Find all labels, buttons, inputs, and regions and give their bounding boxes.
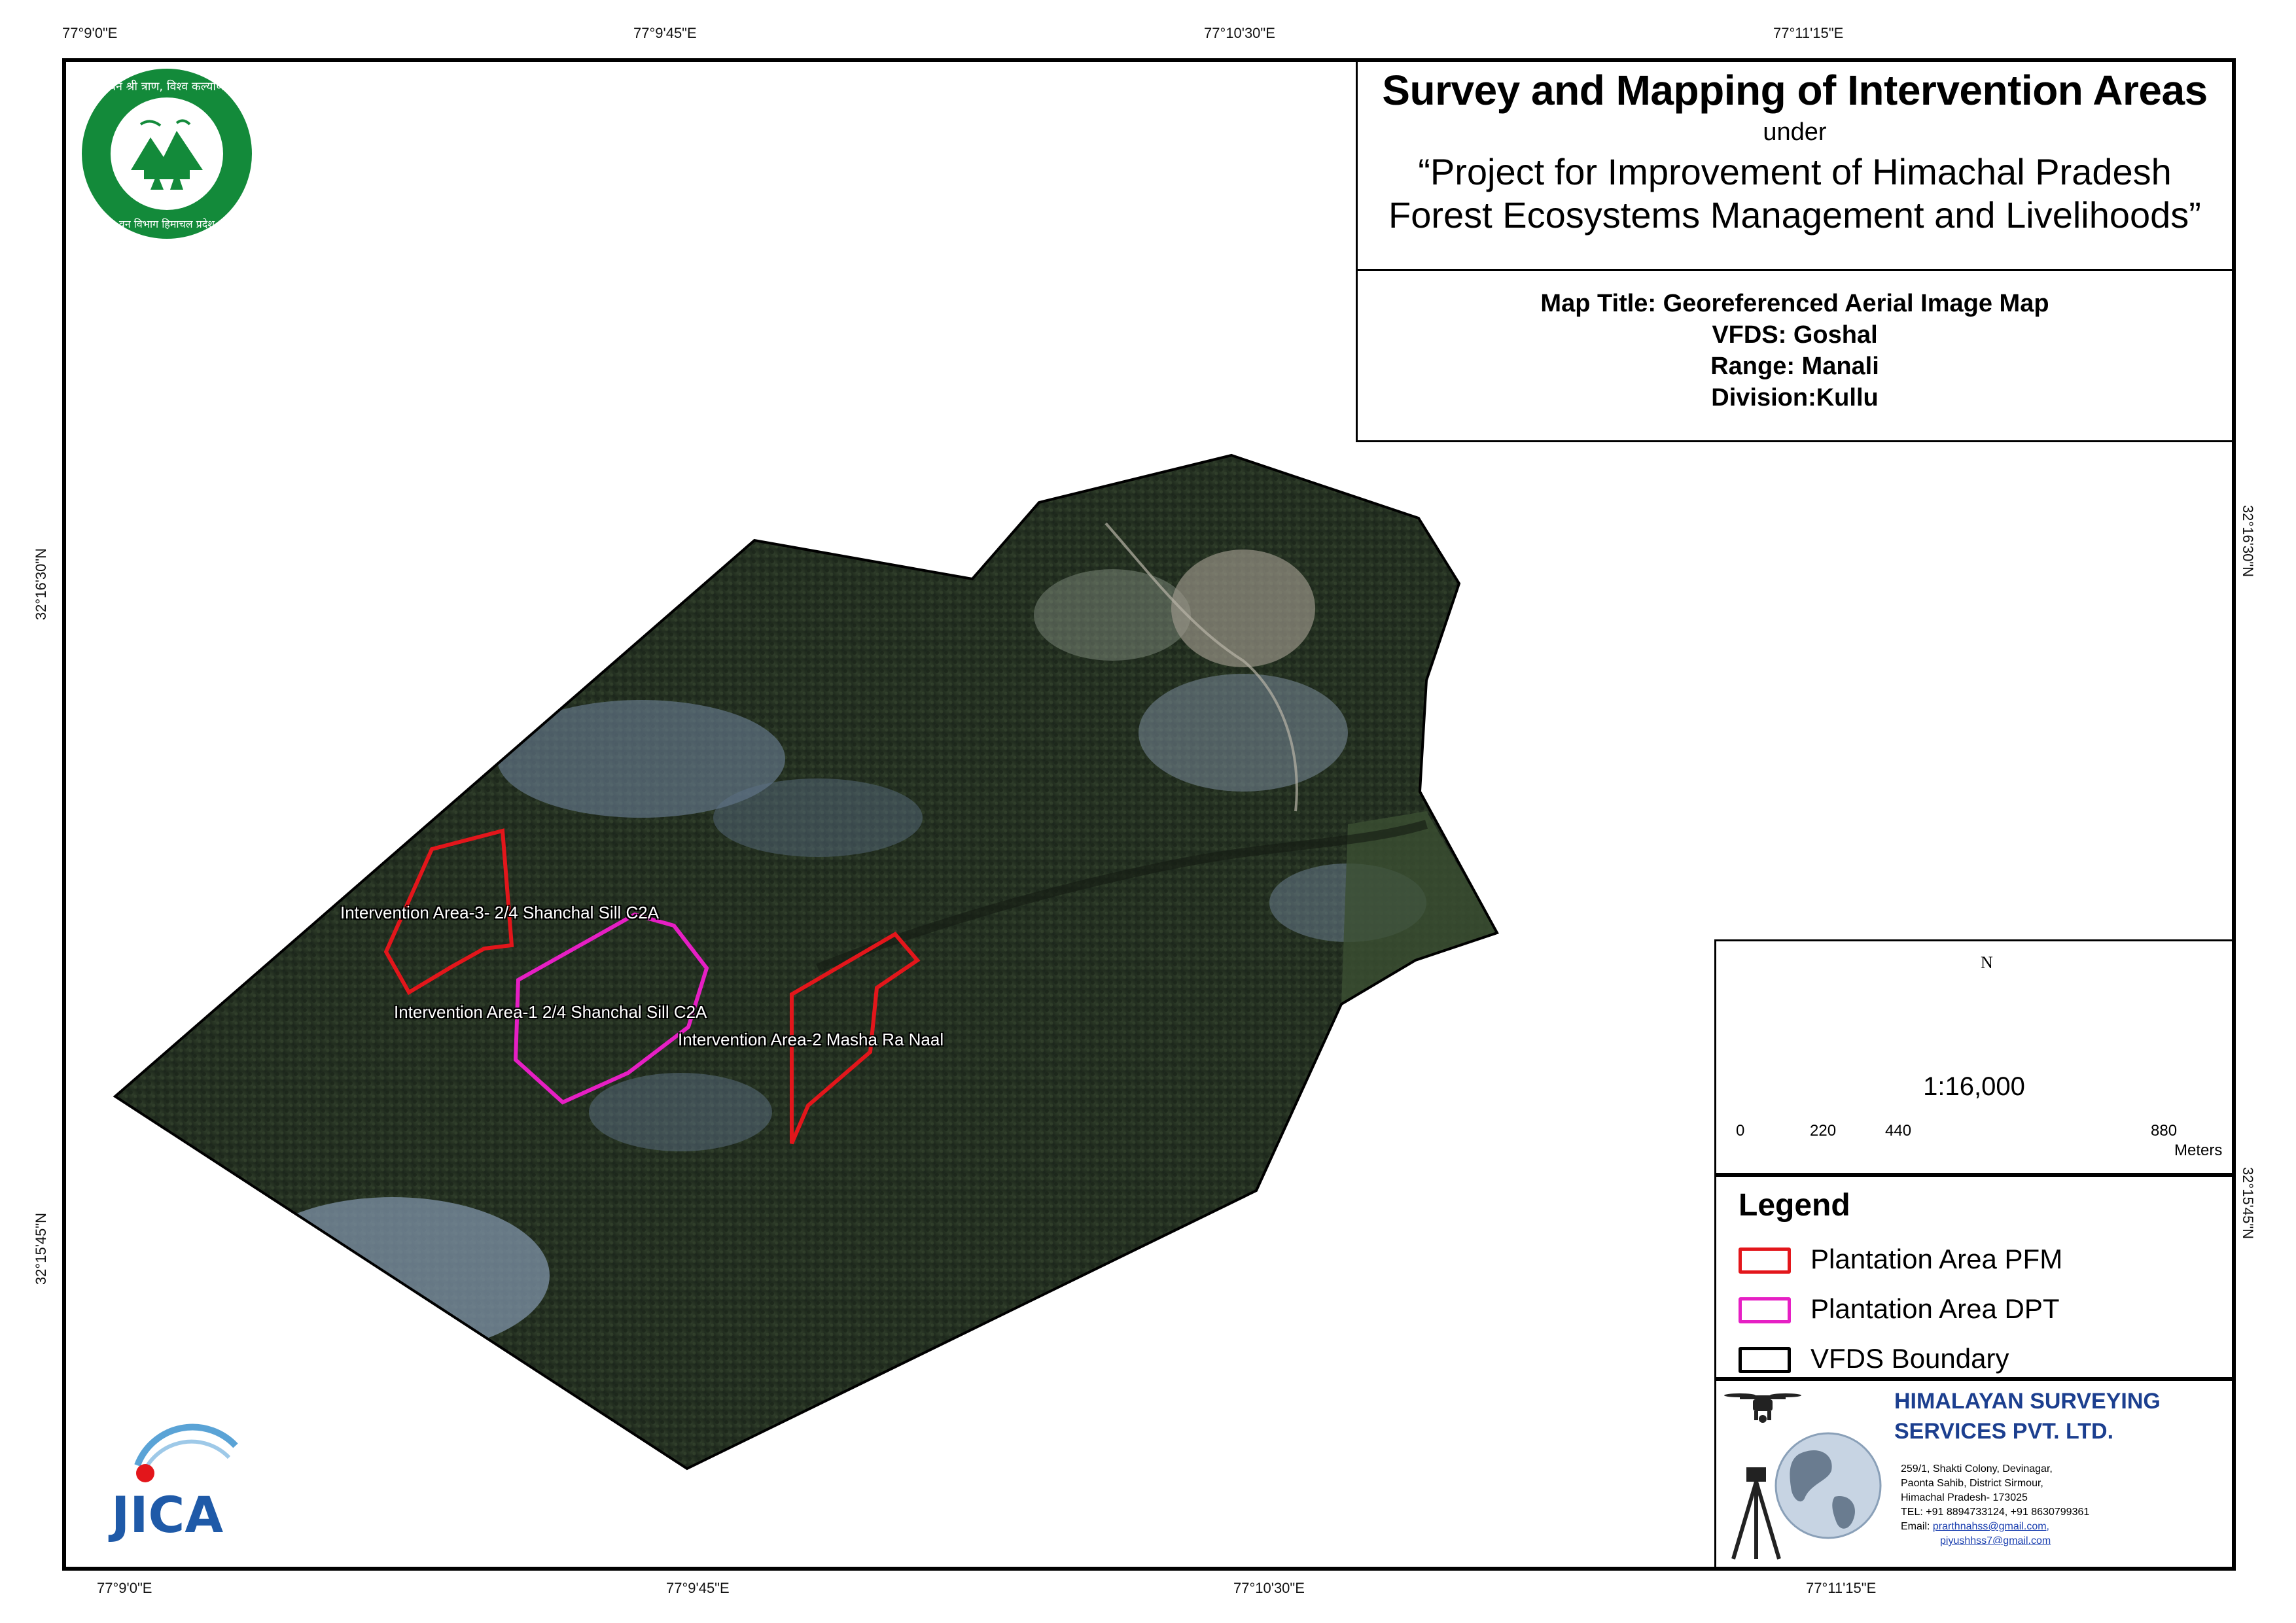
hp-logo-dept: वन विभाग हिमाचल प्रदेश (119, 218, 215, 230)
company-name: HIMALAYAN SURVEYING SERVICES PVT. LTD. (1894, 1386, 2161, 1446)
company-name-line1: HIMALAYAN SURVEYING (1894, 1389, 2161, 1414)
label-intervention-area-2: Intervention Area-2 Masha Ra Naal (678, 1030, 944, 1049)
scale-tick-220: 220 (1810, 1122, 1837, 1140)
legend-title: Legend (1739, 1188, 1850, 1223)
coord-bottom-1: 77°9'0"E (97, 1580, 152, 1596)
company-name-line2: SERVICES PVT. LTD. (1894, 1419, 2114, 1444)
title-under: under (1763, 118, 1827, 146)
company-address-2: Paonta Sahib, District Sirmour, (1901, 1478, 2043, 1489)
project-line-1: “Project for Improvement of Himachal Pra… (1418, 151, 2172, 192)
legend-item-boundary: VFDS Boundary (1739, 1339, 2223, 1378)
legend-label-boundary: VFDS Boundary (1810, 1343, 2009, 1374)
surveyor-drone-globe-icon (1724, 1393, 1882, 1560)
map-info-box: Map Title: Georeferenced Aerial Image Ma… (1356, 271, 2234, 442)
coord-left-1: 32°16'30"N (33, 548, 50, 621)
legend-swatch-dpt (1739, 1297, 1791, 1323)
coord-bottom-3: 77°10'30"E (1233, 1580, 1305, 1596)
company-tel: TEL: +91 8894733124, +91 8630799361 (1901, 1507, 2090, 1518)
company-email-2[interactable]: piyushhss7@gmail.com (1940, 1535, 2051, 1546)
scale-unit: Meters (2174, 1142, 2223, 1159)
scale-tick-880: 880 (2151, 1122, 2178, 1140)
legend-item-pfm: Plantation Area PFM (1739, 1240, 2223, 1279)
title-box: Survey and Mapping of Intervention Areas… (1356, 60, 2234, 271)
jica-logo: JICA (108, 1423, 238, 1544)
coord-top-3: 77°10'30"E (1204, 25, 1275, 41)
company-address: 259/1, Shakti Colony, Devinagar, Paonta … (1901, 1462, 2089, 1548)
scale-tick-440: 440 (1885, 1122, 1912, 1140)
legend-swatch-pfm (1739, 1248, 1791, 1274)
coord-top-4: 77°11'15"E (1773, 25, 1844, 41)
coord-top-1: 77°9'0"E (62, 25, 118, 41)
scale-ratio: 1:16,000 (1923, 1072, 2025, 1101)
north-scale-box: N 1:16,000 0 220 440 880 Meters (1714, 939, 2234, 1175)
company-email-label: Email: (1901, 1521, 1930, 1532)
legend-swatch-boundary (1739, 1347, 1791, 1373)
coord-right-1: 32°16'30"N (2240, 504, 2257, 578)
vfds-line: VFDS: Goshal (1712, 321, 1878, 349)
map-main-title: Survey and Mapping of Intervention Areas (1382, 67, 2208, 114)
jica-logo-text: JICA (108, 1486, 223, 1544)
legend-box: Legend Plantation Area PFM Plantation Ar… (1714, 1175, 2234, 1379)
company-box: HIMALAYAN SURVEYING SERVICES PVT. LTD. 2… (1714, 1379, 2234, 1569)
coord-bottom-2: 77°9'45"E (666, 1580, 730, 1596)
scale-tick-0: 0 (1736, 1122, 1745, 1140)
legend-label-pfm: Plantation Area PFM (1810, 1244, 2063, 1274)
aerial-imagery (115, 455, 1497, 1469)
legend-label-dpt: Plantation Area DPT (1810, 1293, 2060, 1324)
division-line: Division:Kullu (1711, 384, 1879, 411)
north-letter: N (1981, 953, 1993, 972)
label-intervention-area-1: Intervention Area-1 2/4 Shanchal Sill C2… (394, 1002, 707, 1022)
range-line: Range: Manali (1710, 353, 1879, 380)
coord-top-2: 77°9'45"E (633, 25, 697, 41)
coord-bottom-4: 77°11'15"E (1806, 1580, 1877, 1596)
label-intervention-area-3: Intervention Area-3- 2/4 Shanchal Sill C… (340, 903, 660, 922)
company-address-1: 259/1, Shakti Colony, Devinagar, (1901, 1463, 2053, 1475)
legend-item-dpt: Plantation Area DPT (1739, 1289, 2223, 1329)
hp-logo-motto: वन श्री त्राण, विश्व कल्याण (109, 79, 225, 94)
map-title-line: Map Title: Georeferenced Aerial Image Ma… (1540, 290, 2049, 317)
coord-right-2: 32°15'45"N (2240, 1166, 2257, 1240)
coord-left-2: 32°15'45"N (33, 1212, 50, 1285)
company-email-1[interactable]: prarthnahss@gmail.com, (1933, 1521, 2049, 1532)
hp-forest-department-logo: वन श्री त्राण, विश्व कल्याण वन विभाग हिम… (82, 69, 252, 239)
company-address-3: Himachal Pradesh- 173025 (1901, 1492, 2028, 1503)
project-line-2: Forest Ecosystems Management and Livelih… (1388, 194, 2201, 236)
